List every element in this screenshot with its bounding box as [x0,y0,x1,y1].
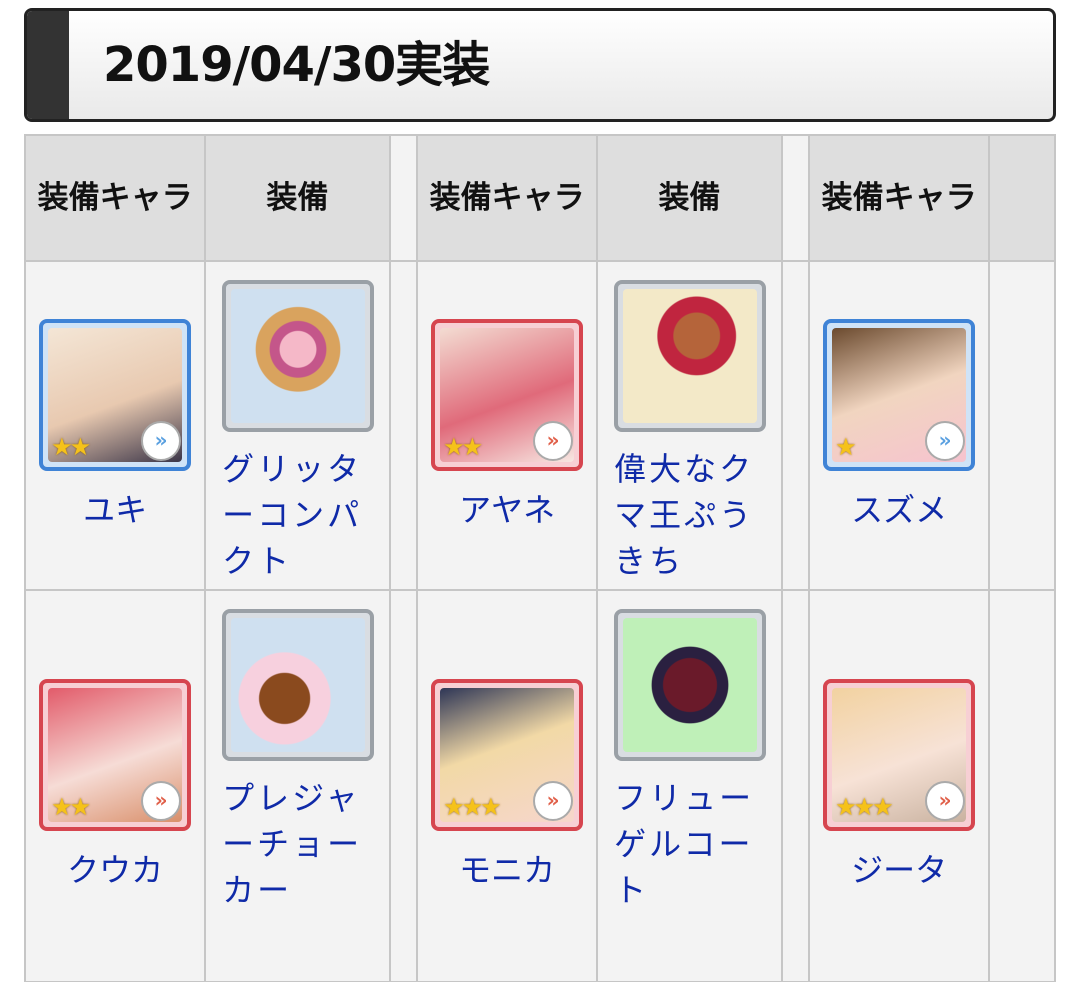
header-gap [388,134,419,262]
chara-icon-ayane[interactable]: ★★ » [431,318,584,471]
rank-chevron-icon: » [141,420,182,461]
equip-cell: プレジャーチョーカー [204,589,391,982]
header-equip-3-partial [988,134,1056,262]
equip-cell: グリッターコンパクト [204,260,391,591]
equip-link[interactable]: フリューゲルコート [614,775,774,913]
chara-link[interactable]: ジータ [810,847,988,893]
header-chara-2: 装備キャラ [416,134,599,262]
equip-link[interactable]: プレジャーチョーカー [222,775,382,913]
star-rating-icon: ★★ [51,432,91,461]
rank-chevron-icon: » [925,420,966,461]
table-row: ★★ » クウカ プレジャーチョーカー ★★★ » モニカ フリューゲルコート … [24,589,1056,982]
chara-cell: ★ » スズメ [808,260,991,591]
heading-title: 2019/04/30実装 [103,37,490,93]
choker-icon[interactable] [222,609,375,761]
chara-cell: ★★ » アヤネ [416,260,599,591]
chara-cell: ★★★ » モニカ [416,589,599,982]
equip-cell-partial [988,260,1056,591]
header-gap [780,134,811,262]
rank-chevron-icon: » [141,781,182,821]
header-equip-1: 装備 [204,134,391,262]
chara-icon-monika[interactable]: ★★★ » [431,679,584,831]
chara-link[interactable]: モニカ [418,847,596,893]
equipment-table-scroll[interactable]: 装備キャラ 装備 装備キャラ 装備 装備キャラ ★★ » ユキ グリッターコンパ… [24,134,1056,982]
chara-icon-kuuka[interactable]: ★★ » [39,679,192,831]
table-row: ★★ » ユキ グリッターコンパクト ★★ » アヤネ 偉大なクマ王ぷうきち ★… [24,260,1056,591]
star-rating-icon: ★ [835,432,856,461]
bear-scepter-icon[interactable] [614,280,767,432]
chara-icon-yuki[interactable]: ★★ » [39,318,192,471]
header-equip-2: 装備 [596,134,783,262]
heading-accent-bar [27,11,69,119]
star-rating-icon: ★★★ [835,793,894,821]
chara-cell: ★★ » クウカ [24,589,207,982]
coat-icon[interactable] [614,609,767,761]
section-heading: 2019/04/30実装 [24,8,1056,122]
chara-cell: ★★ » ユキ [24,260,207,591]
header-chara-3: 装備キャラ [808,134,991,262]
rank-chevron-icon: » [533,781,574,821]
chara-link[interactable]: スズメ [810,487,988,533]
equip-link[interactable]: 偉大なクマ王ぷうきち [614,446,774,584]
star-rating-icon: ★★ [443,432,483,461]
equip-link[interactable]: グリッターコンパクト [222,446,382,584]
chara-link[interactable]: ユキ [26,487,204,533]
equip-cell: フリューゲルコート [596,589,783,982]
rank-chevron-icon: » [533,420,574,461]
compact-icon[interactable] [222,280,375,432]
chara-link[interactable]: クウカ [26,847,204,893]
chara-icon-djeeta[interactable]: ★★★ » [823,679,976,831]
star-rating-icon: ★★ [51,793,91,821]
star-rating-icon: ★★★ [443,793,502,821]
chara-icon-suzume[interactable]: ★ » [823,318,976,471]
rank-chevron-icon: » [925,781,966,821]
header-chara-1: 装備キャラ [24,134,207,262]
equipment-table: 装備キャラ 装備 装備キャラ 装備 装備キャラ ★★ » ユキ グリッターコンパ… [24,134,1056,982]
equip-cell-partial [988,589,1056,982]
chara-cell: ★★★ » ジータ [808,589,991,982]
equip-cell: 偉大なクマ王ぷうきち [596,260,783,591]
chara-link[interactable]: アヤネ [418,487,596,533]
